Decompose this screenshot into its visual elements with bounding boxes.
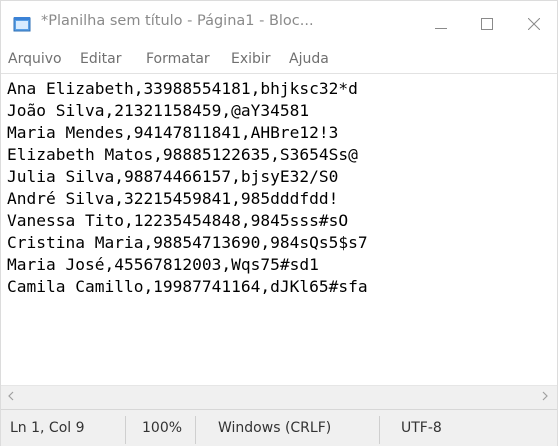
status-bar: Ln 1, Col 9 100% Windows (CRLF) UTF-8 [1, 409, 557, 446]
text-line: Ana Elizabeth,33988554181,bhjksc32*d [7, 79, 358, 98]
minimize-icon [435, 15, 447, 34]
close-icon [527, 15, 541, 34]
notepad-icon [13, 16, 31, 32]
zoom-level: 100% [142, 420, 183, 436]
maximize-icon [481, 15, 493, 34]
window-title: *Planilha sem título - Página1 - Bloc... [41, 13, 314, 29]
menu-bar: Arquivo Editar Formatar Exibir Ajuda [1, 47, 557, 73]
maximize-button[interactable] [464, 1, 510, 47]
minimize-button[interactable] [418, 1, 464, 47]
title-bar[interactable]: *Planilha sem título - Página1 - Bloc... [1, 1, 557, 47]
menu-exibir[interactable]: Exibir [231, 51, 271, 67]
scroll-right-icon[interactable] [541, 390, 549, 405]
status-divider [125, 416, 126, 444]
status-divider [379, 416, 380, 444]
close-button[interactable] [511, 1, 557, 47]
horizontal-scrollbar[interactable] [1, 385, 557, 410]
text-line: Maria José,45567812003,Wqs75#sd1 [7, 255, 319, 274]
cursor-position: Ln 1, Col 9 [10, 420, 85, 436]
notepad-window: *Planilha sem título - Página1 - Bloc...… [0, 0, 558, 446]
text-editor[interactable]: Ana Elizabeth,33988554181,bhjksc32*d Joã… [1, 73, 557, 386]
menu-ajuda[interactable]: Ajuda [289, 51, 329, 67]
menu-editar[interactable]: Editar [80, 51, 121, 67]
menu-formatar[interactable]: Formatar [146, 51, 210, 67]
text-line: Camila Camillo,19987741164,dJKl65#sfa [7, 277, 368, 296]
scroll-left-icon[interactable] [7, 390, 15, 405]
text-line: Cristina Maria,98854713690,984sQs5$s7 [7, 233, 368, 252]
text-line: Maria Mendes,94147811841,AHBre12!3 [7, 123, 339, 142]
text-line: Elizabeth Matos,98885122635,S3654Ss@ [7, 145, 358, 164]
text-line: João Silva,21321158459,@aY34581 [7, 101, 310, 120]
text-line: Vanessa Tito,12235454848,9845sss#sO [7, 211, 349, 230]
menu-arquivo[interactable]: Arquivo [8, 51, 62, 67]
line-ending: Windows (CRLF) [218, 420, 332, 436]
text-line: Julia Silva,98874466157,bjsyE32/S0 [7, 167, 339, 186]
encoding: UTF-8 [401, 420, 442, 436]
status-divider [195, 416, 196, 444]
text-line: André Silva,32215459841,985dddfdd! [7, 189, 339, 208]
